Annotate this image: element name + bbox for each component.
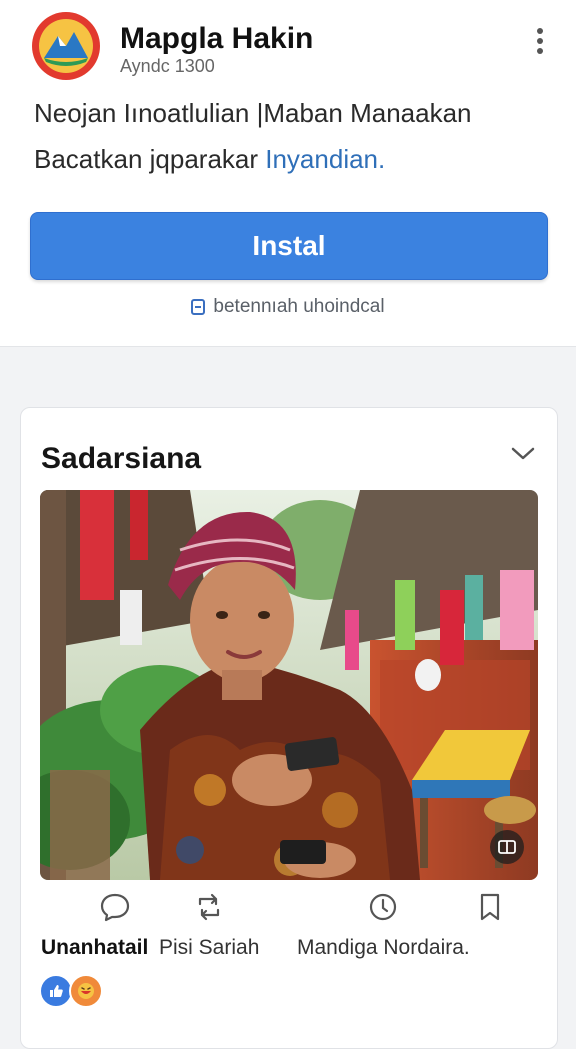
install-note: betennıah uhoindcal bbox=[0, 296, 576, 318]
laugh-icon bbox=[69, 974, 103, 1008]
card-title: Sadarsiana bbox=[41, 442, 202, 475]
comment-label: Unanhatail bbox=[41, 936, 149, 959]
like-icon bbox=[39, 974, 73, 1008]
description-text: Bacatkan jqparakar bbox=[34, 144, 266, 174]
comment-button[interactable]: Unanhatail bbox=[41, 890, 148, 960]
app-logo-icon bbox=[30, 10, 102, 82]
repost-label: Pisi Sariah bbox=[159, 936, 260, 959]
post-photo[interactable] bbox=[40, 490, 538, 880]
more-options-icon[interactable] bbox=[528, 24, 552, 58]
post-actions: Unanhatail Pisi Sariah Mandiga Nordaira. bbox=[21, 890, 557, 980]
repost-icon bbox=[192, 890, 226, 924]
description-line-2: Bacatkan jqparakar Inyandian. bbox=[34, 144, 385, 175]
post-card: Sadarsiana Unanhatail Pisi Sariah Mandig… bbox=[20, 407, 558, 1049]
repost-button[interactable]: Pisi Sariah bbox=[159, 890, 259, 960]
comment-icon bbox=[98, 890, 132, 924]
description-line-1: Neojan Iınoatlulian |Maban Manaakan bbox=[34, 98, 472, 128]
reaction-summary[interactable] bbox=[39, 974, 103, 1008]
share-button[interactable]: Mandiga Nordaira. bbox=[297, 890, 470, 960]
bookmark-icon bbox=[473, 890, 507, 924]
app-name: Mapgla Hakin bbox=[120, 22, 314, 55]
bookmark-button[interactable] bbox=[473, 890, 507, 936]
app-install-header: Mapgla Hakin Ayndc 1300 Neojan Iınoatlul… bbox=[0, 0, 576, 347]
photo-gallery-icon[interactable] bbox=[490, 830, 524, 864]
install-note-text: betennıah uhoindcal bbox=[213, 296, 385, 317]
description-link[interactable]: Inyandian. bbox=[265, 144, 385, 174]
share-label: Mandiga Nordaira. bbox=[297, 936, 470, 959]
app-subtitle: Ayndc 1300 bbox=[120, 56, 215, 76]
install-button[interactable]: Instal bbox=[30, 212, 548, 280]
info-icon bbox=[191, 299, 206, 315]
chevron-down-icon[interactable] bbox=[509, 444, 537, 464]
share-icon bbox=[366, 890, 400, 924]
